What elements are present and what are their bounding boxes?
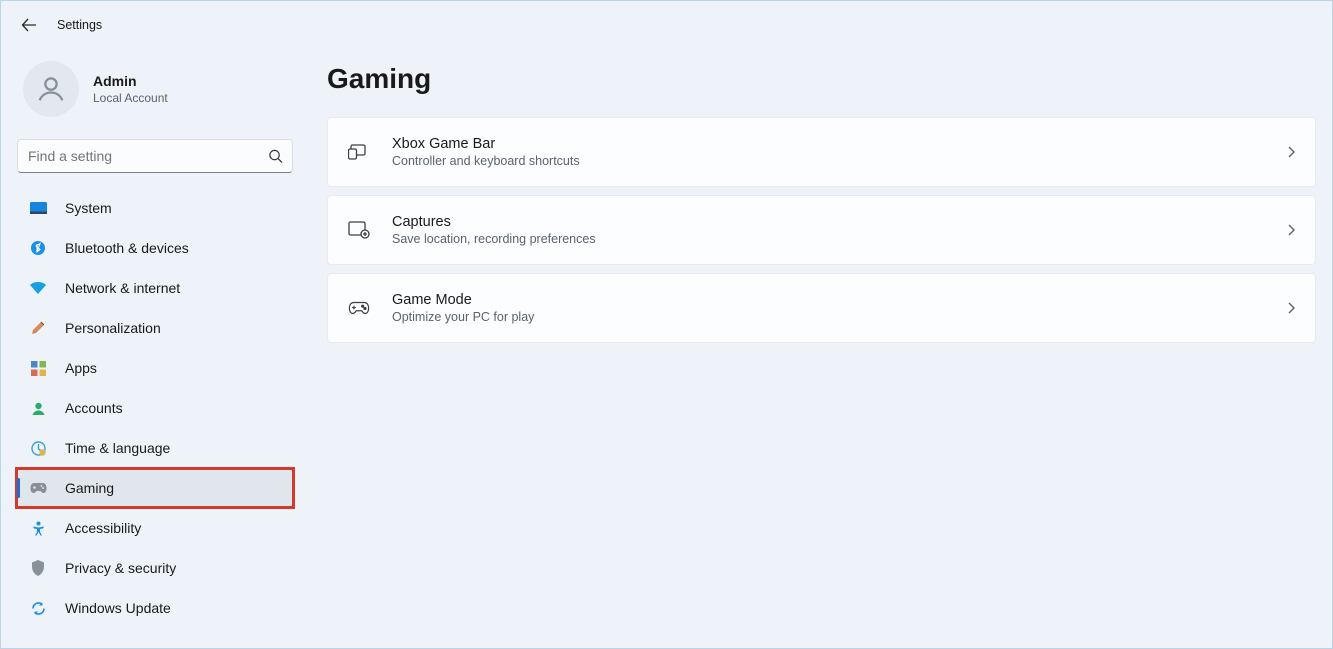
gamepad-icon — [29, 479, 47, 497]
sidebar-item-label: Gaming — [65, 480, 114, 496]
sidebar-item-privacy[interactable]: Privacy & security — [17, 549, 293, 587]
sidebar-item-personalization[interactable]: Personalization — [17, 309, 293, 347]
chevron-right-icon — [1287, 224, 1295, 236]
sidebar-item-windows-update[interactable]: Windows Update — [17, 589, 293, 627]
captures-icon — [348, 219, 370, 241]
avatar — [23, 61, 79, 117]
sidebar-item-label: Time & language — [65, 440, 170, 456]
user-text: Admin Local Account — [93, 73, 168, 105]
chevron-right-icon — [1287, 146, 1295, 158]
settings-app: Settings Admin Local Account — [1, 1, 1332, 648]
user-subtitle: Local Account — [93, 91, 168, 105]
bluetooth-icon — [29, 239, 47, 257]
apps-icon — [29, 359, 47, 377]
sidebar-item-label: Personalization — [65, 320, 161, 336]
window-title: Settings — [57, 18, 102, 32]
shield-icon — [29, 559, 47, 577]
sidebar-item-accessibility[interactable]: Accessibility — [17, 509, 293, 547]
user-icon — [34, 72, 68, 106]
sidebar: Admin Local Account System — [1, 49, 309, 648]
sidebar-item-accounts[interactable]: Accounts — [17, 389, 293, 427]
refresh-icon — [29, 599, 47, 617]
sidebar-item-label: Apps — [65, 360, 97, 376]
chevron-right-icon — [1287, 302, 1295, 314]
card-text: Captures Save location, recording prefer… — [392, 214, 1265, 246]
game-mode-icon — [348, 297, 370, 319]
accessibility-icon — [29, 519, 47, 537]
search-input[interactable] — [17, 139, 293, 173]
sidebar-item-label: Accounts — [65, 400, 123, 416]
sidebar-item-label: Privacy & security — [65, 560, 176, 576]
nav: System Bluetooth & devices Network & int… — [17, 189, 293, 627]
card-subtitle: Optimize your PC for play — [392, 310, 1265, 324]
sidebar-item-label: Network & internet — [65, 280, 180, 296]
content: Gaming Xbox Game Bar Controller and keyb… — [309, 49, 1332, 648]
sidebar-item-network[interactable]: Network & internet — [17, 269, 293, 307]
card-text: Game Mode Optimize your PC for play — [392, 292, 1265, 324]
search-icon — [268, 149, 283, 164]
card-xbox-game-bar[interactable]: Xbox Game Bar Controller and keyboard sh… — [327, 117, 1316, 187]
user-name: Admin — [93, 73, 168, 89]
sidebar-item-gaming[interactable]: Gaming — [17, 469, 293, 507]
sidebar-item-bluetooth[interactable]: Bluetooth & devices — [17, 229, 293, 267]
card-subtitle: Save location, recording preferences — [392, 232, 1265, 246]
card-title: Xbox Game Bar — [392, 136, 1265, 152]
user-block[interactable]: Admin Local Account — [17, 55, 293, 135]
sidebar-item-system[interactable]: System — [17, 189, 293, 227]
topbar: Settings — [1, 1, 1332, 49]
back-button[interactable] — [9, 5, 49, 45]
wifi-icon — [29, 279, 47, 297]
arrow-left-icon — [21, 17, 37, 33]
card-title: Captures — [392, 214, 1265, 230]
card-text: Xbox Game Bar Controller and keyboard sh… — [392, 136, 1265, 168]
sidebar-item-label: Bluetooth & devices — [65, 240, 189, 256]
sidebar-item-label: Windows Update — [65, 600, 171, 616]
body: Admin Local Account System — [1, 49, 1332, 648]
sidebar-item-apps[interactable]: Apps — [17, 349, 293, 387]
display-icon — [29, 199, 47, 217]
sidebar-item-label: System — [65, 200, 112, 216]
cards: Xbox Game Bar Controller and keyboard sh… — [327, 117, 1316, 343]
page-title: Gaming — [327, 63, 1316, 95]
sidebar-item-label: Accessibility — [65, 520, 141, 536]
brush-icon — [29, 319, 47, 337]
sidebar-item-time-language[interactable]: Time & language — [17, 429, 293, 467]
card-subtitle: Controller and keyboard shortcuts — [392, 154, 1265, 168]
card-game-mode[interactable]: Game Mode Optimize your PC for play — [327, 273, 1316, 343]
search-wrap — [17, 139, 293, 173]
card-title: Game Mode — [392, 292, 1265, 308]
xbox-game-bar-icon — [348, 141, 370, 163]
card-captures[interactable]: Captures Save location, recording prefer… — [327, 195, 1316, 265]
clock-globe-icon — [29, 439, 47, 457]
person-icon — [29, 399, 47, 417]
